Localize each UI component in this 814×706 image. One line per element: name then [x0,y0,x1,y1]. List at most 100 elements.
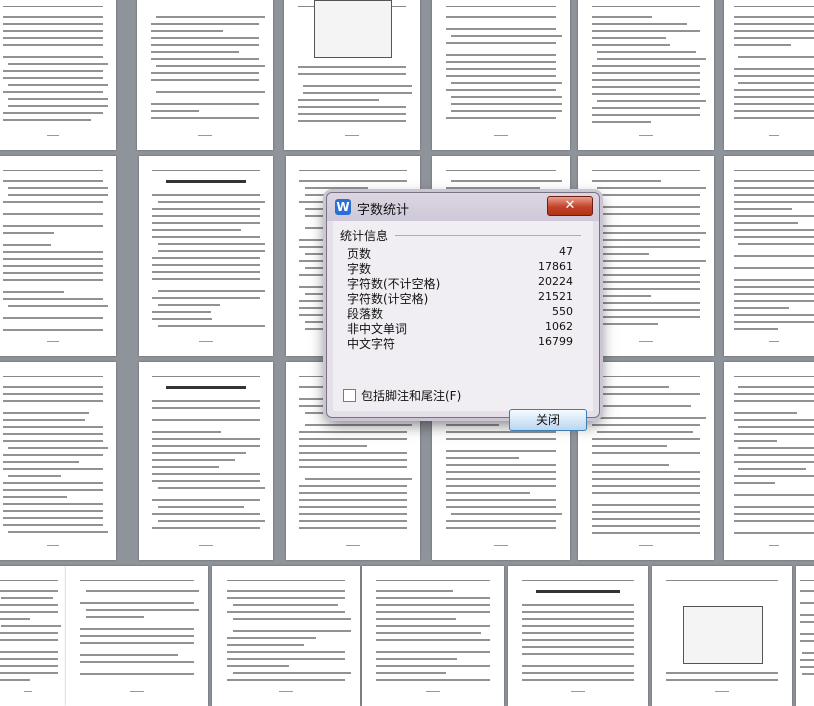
text-line [591,386,669,388]
text-line [591,504,701,506]
text-line [591,393,701,395]
text-line [445,61,557,63]
text-line [591,452,701,454]
text-line [734,286,814,288]
text-line [597,417,706,419]
page-footer-mark [639,545,653,546]
text-line [304,424,412,426]
text-line [522,632,634,634]
stat-row-pages: 页数 47 [347,245,573,261]
page-thumbnail[interactable] [652,566,792,706]
page-thumbnail[interactable] [796,566,814,706]
text-line [2,30,104,32]
text-line [597,431,693,433]
text-line [734,96,814,98]
text-line [85,616,145,618]
text-line [734,279,814,281]
text-line [226,679,346,681]
page-thumbnail[interactable] [0,0,116,150]
page-footer-mark [769,341,779,342]
text-line [0,658,59,660]
text-line [801,673,814,675]
page-thumbnail[interactable] [724,0,814,150]
text-line [445,450,557,452]
page-header-rule [591,170,701,171]
text-line [299,180,407,182]
page-thumbnail[interactable] [432,0,570,150]
text-line [451,103,562,105]
page-thumbnail[interactable] [0,362,116,560]
stat-row-chars-with-spaces: 字符数(计空格) 21521 [347,290,573,306]
page-header-rule [299,170,407,171]
text-line [451,35,562,37]
text-line [666,679,778,681]
text-line [591,471,701,473]
page-header-rule [445,170,557,171]
text-line [591,194,701,196]
page-thumbnail[interactable] [0,566,66,706]
stat-label: 中文字符 [347,337,396,351]
text-line [445,28,557,30]
page-thumbnail[interactable] [137,0,273,150]
text-line [734,201,814,203]
text-line [376,665,490,667]
text-line [226,611,346,613]
wps-writer-icon: W [335,199,351,215]
stat-row-chars-no-spaces: 字符数(不计空格) 20224 [347,275,573,291]
text-line [591,295,652,297]
text-line [152,466,220,468]
text-line [800,602,814,604]
close-icon[interactable]: ✕ [547,196,593,216]
text-line [0,590,59,592]
text-line [150,103,260,105]
page-footer-mark [639,135,653,136]
page-thumbnail[interactable] [362,566,504,706]
text-line [738,426,814,428]
text-line [150,51,239,53]
dialog-titlebar[interactable]: W 字数统计 ✕ [327,193,599,221]
stat-value: 21521 [538,290,573,303]
text-line [152,400,260,402]
text-line [376,632,482,634]
text-line [299,520,407,522]
text-line [304,478,412,480]
include-footnotes-label[interactable]: 包括脚注和尾注(F) [361,387,461,404]
text-line [2,119,92,121]
page-thumbnail[interactable] [284,0,420,150]
text-line [150,117,260,119]
text-line [2,23,104,25]
text-line [7,447,109,449]
text-line [734,110,814,112]
text-line [2,433,104,435]
text-line [2,489,104,491]
text-line [522,625,634,627]
page-thumbnail[interactable] [66,566,208,706]
text-line [597,58,706,60]
text-line [445,75,557,77]
page-thumbnail[interactable] [139,156,273,356]
text-line [451,180,562,182]
text-line [734,440,778,442]
page-thumbnail[interactable] [508,566,648,706]
page-thumbnail[interactable] [724,156,814,356]
text-line [591,492,701,494]
text-line [7,531,109,533]
page-header-rule [522,580,634,581]
page-thumbnail[interactable] [139,362,273,560]
page-header-rule [734,170,814,171]
page-thumbnail[interactable] [724,362,814,560]
page-heading-line [536,590,620,593]
close-button[interactable]: 关闭 [509,409,587,431]
text-line [7,105,109,107]
text-line [591,16,653,18]
page-thumbnail[interactable] [0,156,116,356]
include-footnotes-checkbox[interactable] [343,389,356,402]
page-footer-mark [346,545,360,546]
text-line [152,229,242,231]
text-line [376,604,490,606]
text-line [2,426,104,428]
text-line [445,438,557,440]
page-thumbnail[interactable] [578,0,714,150]
page-thumbnail[interactable] [212,566,360,706]
text-line [299,527,407,529]
